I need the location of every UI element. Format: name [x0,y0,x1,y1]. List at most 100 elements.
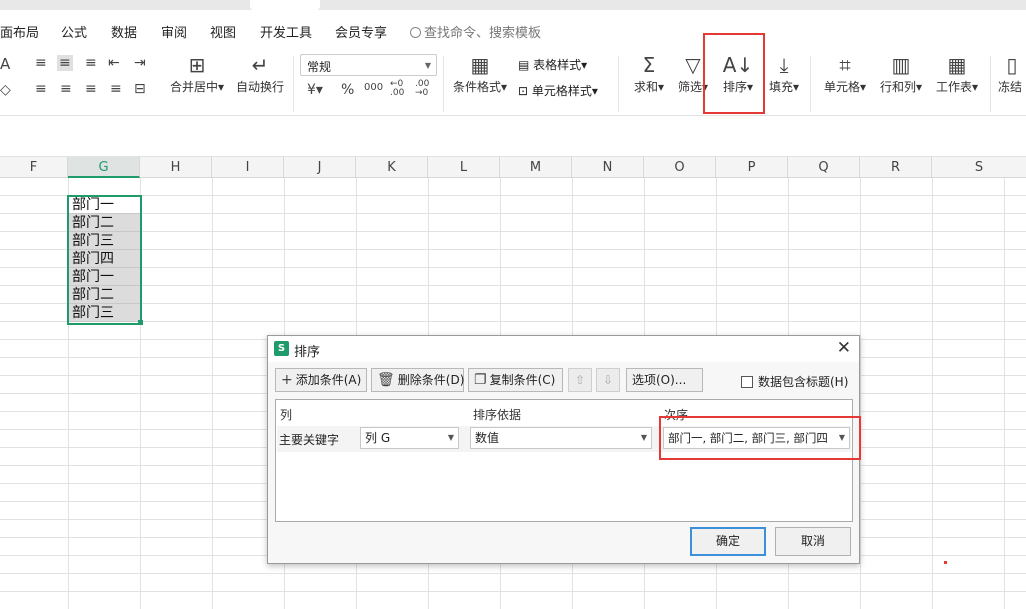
column-header-g[interactable]: G [68,157,140,178]
fill-handle[interactable] [138,320,143,325]
merge-cells-icon: ⊞ [188,53,206,77]
column-select[interactable]: 列 G ▼ [360,427,459,449]
column-header-j[interactable]: J [284,157,356,178]
freeze-icon: ▯ [1006,53,1018,77]
chevron-down-icon: ▼ [424,61,431,70]
ribbon-toolbar: A ◇ ≡ ≡ ≡ ⇤ ⇥ ≡ ≡ ≡ ≡ ⊟ ⊞ 合并居中▾ ↵ 自动换行 常… [0,50,1026,116]
menu-review[interactable]: 审阅 [161,22,187,41]
column-header-r[interactable]: R [860,157,932,178]
formula-bar-area [0,117,1026,157]
menu-view[interactable]: 视图 [210,22,236,41]
annotation-dot [944,561,947,564]
sum-label: 求和▾ [633,80,665,94]
trash-icon: 🗑 [377,372,395,388]
document-tab[interactable] [250,0,320,10]
number-format-select[interactable]: 常规 ▼ [300,54,437,76]
checkbox-box[interactable] [741,376,753,388]
primary-key-label: 主要关键字 [279,433,340,447]
ok-button[interactable]: 确定 [690,527,766,556]
merge-center-button[interactable]: ⊞ 合并居中▾ [166,52,228,95]
dialog-titlebar[interactable]: S 排序 ✕ [268,336,859,362]
cell-style-icon: ⊡ [518,84,532,98]
auto-wrap-button[interactable]: ↵ 自动换行 [234,52,286,95]
basis-select[interactable]: 数值 ▼ [470,427,652,449]
column-headers: F G H I J K L M N O P Q R S [0,157,1026,178]
percent-button[interactable]: % [341,82,354,98]
command-search[interactable]: 查找命令、搜索模板 [410,22,541,41]
worksheet-icon: ▦ [947,53,967,77]
menu-page-layout[interactable]: 面布局 [0,22,39,41]
cell-style-button[interactable]: ⊡ 单元格样式▾ [518,82,598,99]
delete-condition-button[interactable]: 🗑 删除条件(D) [371,368,464,392]
fill-icon: ⤓ [779,53,789,77]
column-header-m[interactable]: M [500,157,572,178]
move-up-button[interactable]: ⇧ [568,368,592,392]
chevron-down-icon: ▼ [640,433,647,442]
title-strip [0,0,1026,10]
chevron-down-icon: ▼ [447,433,454,442]
align-top-icon[interactable]: ≡ [35,55,47,71]
header-checkbox[interactable]: 数据包含标题(H) [741,373,848,390]
column-header-i[interactable]: I [212,157,284,178]
worksheet-button[interactable]: ▦ 工作表▾ [932,52,982,95]
column-header-o[interactable]: O [644,157,716,178]
worksheet-label: 工作表▾ [935,80,979,94]
menu-formulas[interactable]: 公式 [61,22,87,41]
menu-developer[interactable]: 开发工具 [260,22,312,41]
thousands-button[interactable]: 000 [364,80,383,96]
align-right-icon[interactable]: ≡ [85,81,97,97]
rows-cols-button[interactable]: ▥ 行和列▾ [876,52,926,95]
wrap-text-icon: ↵ [251,53,269,77]
auto-wrap-label: 自动换行 [235,80,284,94]
search-placeholder: 查找命令、搜索模板 [424,26,542,41]
close-icon[interactable]: ✕ [837,338,851,358]
header-checkbox-label: 数据包含标题(H) [758,375,849,389]
column-header-n[interactable]: N [572,157,644,178]
column-header-h[interactable]: H [140,157,212,178]
indent-decrease-icon[interactable]: ⇤ [108,55,120,71]
options-button[interactable]: 选项(O)... [626,368,703,392]
menu-data[interactable]: 数据 [111,22,137,41]
add-condition-button[interactable]: + 添加条件(A) [275,368,367,392]
currency-button[interactable]: ¥▾ [307,82,323,98]
dialog-title: 排序 [294,345,321,360]
column-header-s[interactable]: S [932,157,1026,178]
decimal-increase-button[interactable]: ←0 .00 [390,80,408,98]
column-header-k[interactable]: K [356,157,428,178]
sum-button[interactable]: Σ 求和▾ [630,52,668,95]
align-middle-icon[interactable]: ≡ [57,55,73,71]
fill-button[interactable]: ⤓ 填充▾ [765,52,803,95]
conditional-format-icon: ▦ [470,53,490,77]
conditional-format-button[interactable]: ▦ 条件格式▾ [450,52,510,95]
cells-icon: ⌗ [839,53,851,77]
table-style-button[interactable]: ▤ 表格样式▾ [518,56,587,73]
distributed-align-icon[interactable]: ⊟ [134,81,146,97]
number-format-value: 常规 [307,60,332,74]
column-header-f[interactable]: F [0,157,68,178]
column-header-l[interactable]: L [428,157,500,178]
justify-icon[interactable]: ≡ [110,81,122,97]
column-basis-header: 排序依据 [473,408,522,422]
decimal-decrease-button[interactable]: .00 →0 [415,80,433,98]
arrow-down-icon: ⇩ [602,373,614,387]
indent-increase-icon[interactable]: ⇥ [134,55,146,71]
font-size-increase-icon[interactable]: A [0,56,10,72]
align-left-icon[interactable]: ≡ [35,81,47,97]
clear-format-icon[interactable]: ◇ [0,82,11,98]
cancel-button[interactable]: 取消 [775,527,851,556]
order-highlight-box [659,416,861,460]
app-icon: S [274,341,289,356]
cells-button[interactable]: ⌗ 单元格▾ [820,52,870,95]
table-style-icon: ▤ [518,58,534,72]
align-bottom-icon[interactable]: ≡ [85,55,97,71]
move-down-button[interactable]: ⇩ [596,368,620,392]
column-header-q[interactable]: Q [788,157,860,178]
menu-member[interactable]: 会员专享 [335,22,387,41]
column-header-p[interactable]: P [716,157,788,178]
align-center-icon[interactable]: ≡ [60,81,72,97]
freeze-label: 冻结 [998,80,1023,94]
copy-condition-button[interactable]: ❐ 复制条件(C) [468,368,563,392]
plus-icon: + [281,372,293,388]
freeze-button[interactable]: ▯ 冻结 [998,52,1026,95]
fill-label: 填充▾ [768,80,800,94]
